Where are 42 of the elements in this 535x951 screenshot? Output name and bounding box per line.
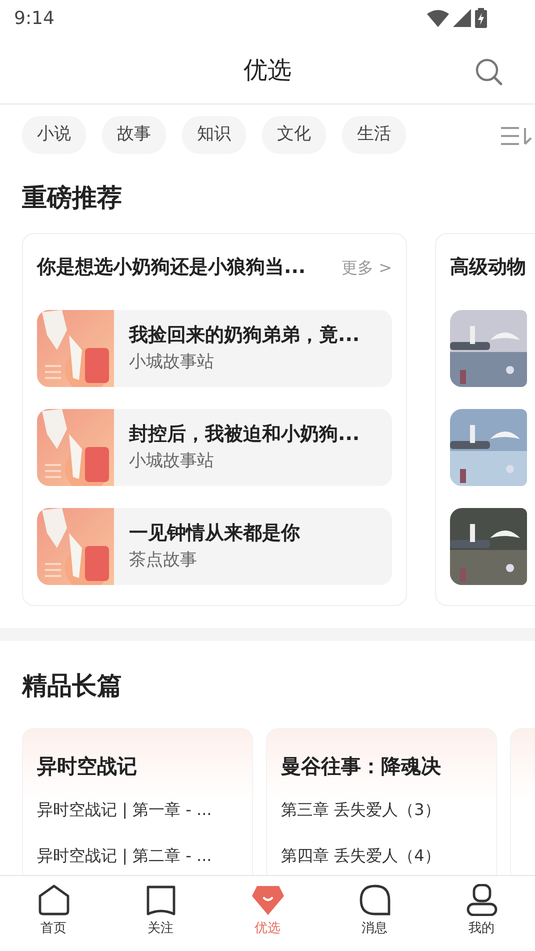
battery-icon: [475, 8, 487, 28]
nav-tab[interactable]: 我的: [428, 876, 535, 951]
wifi-icon: [427, 9, 449, 27]
home-icon: [36, 884, 70, 916]
chapter-link[interactable]: 异时空战记 | 第二章 - ...: [37, 844, 238, 868]
chapter-link[interactable]: 第四章 丢失爱人（4）: [281, 844, 482, 868]
card-title: 高级动物: [450, 255, 526, 280]
category-chip[interactable]: 生活: [342, 116, 406, 154]
nav-tab[interactable]: 首页: [0, 876, 107, 951]
category-chip[interactable]: 文化: [262, 116, 326, 154]
chat-bubble-icon: [358, 884, 392, 916]
person-icon: [464, 884, 498, 916]
category-chip[interactable]: 故事: [102, 116, 166, 154]
story-title: 一见钟情从来都是你: [129, 521, 300, 546]
signal-icon: [453, 9, 471, 27]
novel-title: 异时空战记: [37, 753, 138, 780]
story-title: 我捡回来的奶狗弟弟，竟...: [129, 323, 360, 348]
chapter-link[interactable]: 第三章 丢失爱人（3）: [281, 798, 482, 822]
story-item[interactable]: 封控后，我被迫和小奶狗... 小城故事站: [37, 408, 392, 486]
story-author: 茶点故事: [129, 548, 198, 572]
status-time: 9:14: [14, 6, 54, 30]
page-title: 优选: [244, 54, 292, 86]
novel-title: 曼谷往事：降魂决: [281, 753, 442, 780]
smile-badge-icon: [250, 884, 284, 916]
book-cover-icon: [37, 508, 114, 584]
nav-tab[interactable]: 消息: [321, 876, 428, 951]
book-cover-icon: [37, 408, 114, 486]
story-item[interactable]: 我捡回来的奶狗弟弟，竟... 小城故事站: [37, 310, 392, 386]
section-title: 重磅推荐: [21, 182, 123, 214]
category-menu-icon[interactable]: [501, 126, 533, 146]
book-cover-icon: [37, 310, 114, 386]
story-item[interactable]: 一见钟情从来都是你 茶点故事: [37, 508, 392, 584]
category-chip[interactable]: 知识: [182, 116, 246, 154]
category-chip[interactable]: 小说: [22, 116, 86, 154]
story-title: 封控后，我被迫和小奶狗...: [129, 422, 360, 447]
chapter-link[interactable]: 异时空战记 | 第一章 - ...: [37, 798, 238, 822]
card-title: 你是想选小奶狗还是小狼狗当...: [37, 255, 306, 280]
story-author: 小城故事站: [129, 450, 215, 472]
section-title: 精品长篇: [20, 670, 123, 702]
story-author: 小城故事站: [129, 350, 215, 374]
nav-tab[interactable]: 关注: [107, 876, 214, 951]
search-icon[interactable]: [475, 58, 503, 86]
